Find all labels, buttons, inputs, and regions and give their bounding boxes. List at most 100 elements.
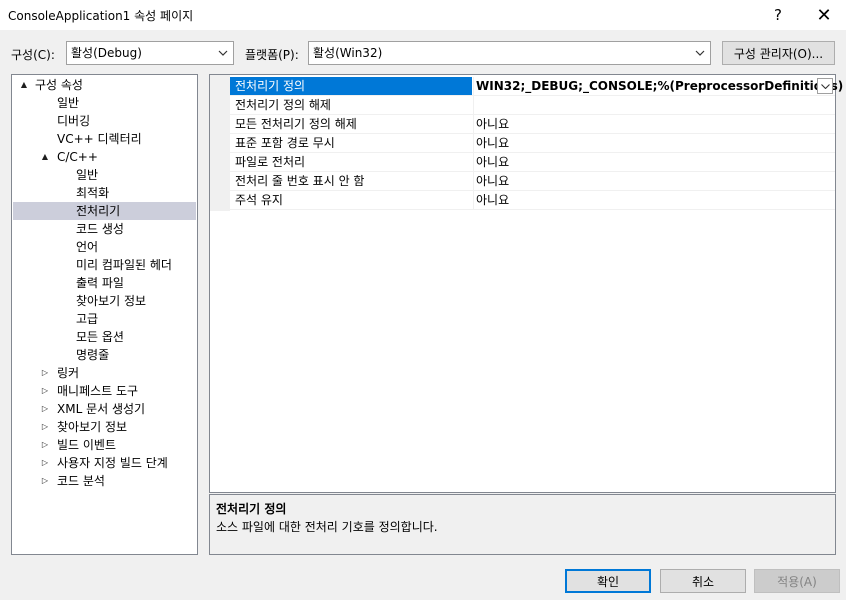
collapsed-icon[interactable]: ▷ [40,436,50,454]
config-manager-button[interactable]: 구성 관리자(O)... [722,41,835,65]
tree-item-label: 고급 [76,312,99,326]
description-panel: 전처리기 정의 소스 파일에 대한 전처리 기호를 정의합니다. [209,494,836,555]
tree-item-precompiled-headers[interactable]: 미리 컴파일된 헤더 [13,256,196,274]
tree-item-label: 최적화 [76,186,110,200]
window-title: ConsoleApplication1 속성 페이지 [8,9,194,23]
prop-value[interactable]: 아니요 [473,153,835,171]
prop-value[interactable]: 아니요 [473,115,835,133]
cancel-button[interactable]: 취소 [660,569,746,593]
tree-item-label: 링커 [57,366,80,380]
tree-item-label: XML 문서 생성기 [57,402,146,416]
tree-item-language[interactable]: 언어 [13,238,196,256]
tree-item-vc-directories[interactable]: VC++ 디렉터리 [13,130,196,148]
chevron-down-icon [215,42,231,64]
tree-item-label: 빌드 이벤트 [57,438,117,452]
prop-name: 파일로 전처리 [235,155,306,169]
prop-value[interactable] [473,96,835,114]
tree-item-cpp[interactable]: ▲ C/C++ [13,148,196,166]
configuration-label: 구성(C): [11,48,55,62]
tree-item-advanced[interactable]: 고급 [13,310,196,328]
tree-item-label: 일반 [76,168,99,182]
prop-value[interactable]: 아니요 [473,134,835,152]
chevron-down-icon [820,83,830,89]
tree-item-general[interactable]: 일반 [13,94,196,112]
tree-item-label: 찾아보기 정보 [57,420,128,434]
property-tree: ▲ 구성 속성 일반 디버깅 VC++ 디렉터리 ▲ C/C++ 일반 최적화 … [11,74,198,555]
tree-item-label: 찾아보기 정보 [76,294,147,308]
prop-row-preprocessor-definitions[interactable]: 전처리기 정의 WIN32;_DEBUG;_CONSOLE;%(Preproce… [230,77,843,96]
prop-value[interactable]: 아니요 [473,191,835,209]
tree-item-preprocessor[interactable]: 전처리기 [13,202,196,220]
tree-item-optimization[interactable]: 최적화 [13,184,196,202]
property-grid: 전처리기 정의 WIN32;_DEBUG;_CONSOLE;%(Preproce… [209,74,843,493]
collapsed-icon[interactable]: ▷ [40,382,50,400]
prop-row-suppress-line-numbers[interactable]: 전처리 줄 번호 표시 안 함 아니요 [230,172,835,191]
prop-row-preprocess-to-file[interactable]: 파일로 전처리 아니요 [230,153,835,172]
expanded-icon[interactable]: ▲ [40,148,50,166]
tree-item-browse-information[interactable]: 찾아보기 정보 [13,292,196,310]
tree-item-command-line[interactable]: 명령줄 [13,346,196,364]
tree-item-xml-document-generator[interactable]: ▷ XML 문서 생성기 [13,400,196,418]
tree-item-label: 구성 속성 [35,78,83,92]
tree-item-custom-build-step[interactable]: ▷ 사용자 지정 빌드 단계 [13,454,196,472]
collapsed-icon[interactable]: ▷ [40,364,50,382]
tree-item-code-generation[interactable]: 코드 생성 [13,220,196,238]
collapsed-icon[interactable]: ▷ [40,418,50,436]
prop-value: WIN32;_DEBUG;_CONSOLE;%(PreprocessorDefi… [476,79,844,93]
grid-gutter [210,75,230,211]
tree-item-label: 사용자 지정 빌드 단계 [57,456,168,470]
expanded-icon[interactable]: ▲ [19,76,29,94]
tree-item-label: 미리 컴파일된 헤더 [76,258,172,272]
tree-item-code-analysis[interactable]: ▷ 코드 분석 [13,472,196,490]
tree-item-label: 전처리기 [76,204,121,218]
prop-row-keep-comments[interactable]: 주석 유지 아니요 [230,191,835,210]
help-icon: ? [774,6,782,24]
tree-item-manifest-tool[interactable]: ▷ 매니페스트 도구 [13,382,196,400]
prop-row-ignore-standard-include[interactable]: 표준 포함 경로 무시 아니요 [230,134,835,153]
platform-select[interactable]: 활성(Win32) [308,41,711,65]
tree-item-label: 코드 생성 [76,222,124,236]
description-text: 소스 파일에 대한 전처리 기호를 정의합니다. [216,520,438,534]
tree-item-label: 언어 [76,240,99,254]
tree-item-configuration-properties[interactable]: ▲ 구성 속성 [13,76,196,94]
tree-item-all-options[interactable]: 모든 옵션 [13,328,196,346]
tree-item-label: 일반 [57,96,80,110]
close-button[interactable]: ✕ [802,0,846,30]
configuration-select[interactable]: 활성(Debug) [66,41,234,65]
tree-item-label: VC++ 디렉터리 [57,132,142,146]
prop-name: 표준 포함 경로 무시 [235,136,335,150]
help-button[interactable]: ? [756,0,800,30]
collapsed-icon[interactable]: ▷ [40,454,50,472]
tree-item-label: 출력 파일 [76,276,124,290]
prop-row-undefine-all[interactable]: 모든 전처리기 정의 해제 아니요 [230,115,835,134]
configuration-value: 활성(Debug) [71,46,142,60]
tree-item-label: 명령줄 [76,348,110,362]
collapsed-icon[interactable]: ▷ [40,472,50,490]
title-bar: ConsoleApplication1 속성 페이지 ? ✕ [0,0,846,30]
collapsed-icon[interactable]: ▷ [40,400,50,418]
tree-item-label: 디버깅 [57,114,91,128]
prop-name: 모든 전처리기 정의 해제 [235,117,357,131]
prop-value[interactable]: 아니요 [473,172,835,190]
tree-item-label: 매니페스트 도구 [57,384,139,398]
prop-name: 전처리 줄 번호 표시 안 함 [235,174,365,188]
tree-item-label: 코드 분석 [57,474,105,488]
tree-item-browse-information-2[interactable]: ▷ 찾아보기 정보 [13,418,196,436]
prop-value-field[interactable]: WIN32;_DEBUG;_CONSOLE;%(PreprocessorDefi… [473,77,843,95]
apply-button[interactable]: 적용(A) [754,569,840,593]
tree-item-label: 모든 옵션 [76,330,124,344]
close-icon: ✕ [816,4,832,26]
tree-item-output-files[interactable]: 출력 파일 [13,274,196,292]
prop-row-undefine-preprocessor-definitions[interactable]: 전처리기 정의 해제 [230,96,835,115]
tree-item-cpp-general[interactable]: 일반 [13,166,196,184]
platform-value: 활성(Win32) [313,46,383,60]
ok-button[interactable]: 확인 [565,569,651,593]
tree-item-linker[interactable]: ▷ 링커 [13,364,196,382]
prop-name: 전처리기 정의 [230,77,472,95]
prop-name: 전처리기 정의 해제 [235,98,331,112]
tree-item-build-events[interactable]: ▷ 빌드 이벤트 [13,436,196,454]
value-dropdown-button[interactable] [817,78,833,94]
prop-name: 주석 유지 [235,193,283,207]
platform-label: 플랫폼(P): [245,48,299,62]
tree-item-debugging[interactable]: 디버깅 [13,112,196,130]
